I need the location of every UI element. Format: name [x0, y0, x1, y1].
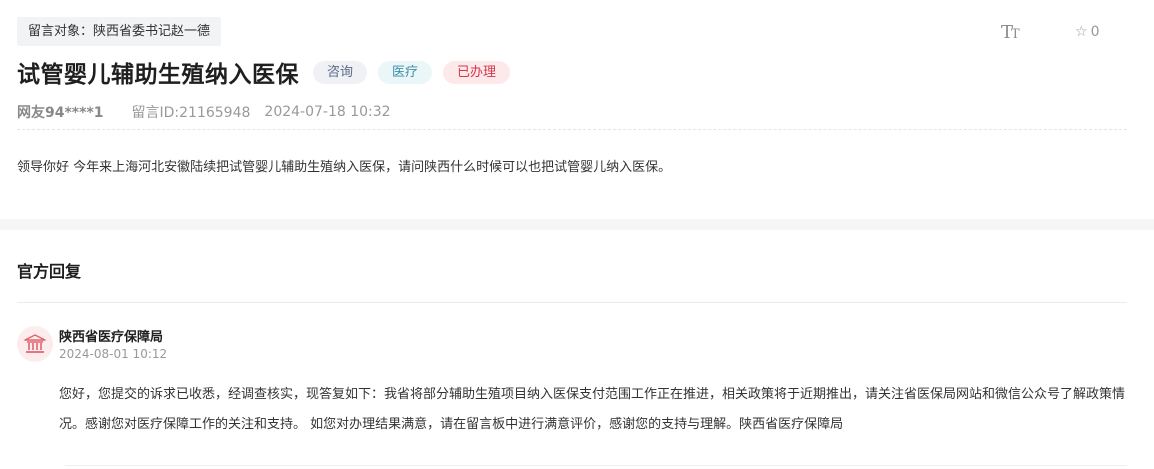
divider — [17, 129, 1127, 130]
message-date: 2024-07-18 10:32 — [264, 104, 391, 120]
message-title: 试管婴儿辅助生殖纳入医保 — [17, 62, 299, 88]
title-row: 试管婴儿辅助生殖纳入医保 咨询 医疗 已办理 — [17, 55, 521, 89]
font-size-big-glyph: T — [1001, 22, 1013, 43]
message-target-tag: 留言对象：陕西省委书记赵一德 — [17, 17, 222, 46]
badge-type: 咨询 — [313, 60, 368, 84]
message-detail-page: 留言对象：陕西省委书记赵一德 TT ☆ 0 试管婴儿辅助生殖纳入医保 咨询 医疗… — [0, 0, 1154, 469]
font-size-small-glyph: T — [1011, 27, 1020, 42]
star-icon: ☆ — [1075, 24, 1088, 40]
reply-divider — [17, 302, 1127, 303]
favorite-count: 0 — [1090, 24, 1100, 40]
author-name: 网友94****1 — [17, 105, 104, 121]
bottom-divider — [65, 465, 1127, 466]
favorite-button[interactable]: ☆ 0 — [1075, 24, 1099, 40]
section-gap — [0, 219, 1154, 230]
badge-category: 医疗 — [378, 60, 433, 84]
reply-text: 您好，您提交的诉求已收悉，经调查核实，现答复如下：我省将部分辅助生殖项目纳入医保… — [59, 387, 1126, 432]
government-building-icon — [24, 334, 46, 353]
badge-status: 已办理 — [443, 60, 511, 84]
message-card: 留言对象：陕西省委书记赵一德 TT ☆ 0 试管婴儿辅助生殖纳入医保 咨询 医疗… — [0, 0, 1154, 219]
font-size-icon[interactable]: TT — [1001, 22, 1020, 43]
message-meta: 网友94****1 留言ID:21165948 2024-07-18 10:32 — [17, 102, 391, 122]
reply-section-title: 官方回复 — [17, 262, 82, 281]
avatar — [17, 326, 53, 362]
reply-time: 2024-08-01 10:12 — [59, 347, 168, 361]
message-id: 留言ID:21165948 — [131, 105, 251, 121]
message-content: 领导你好 今年来上海河北安徽陆续把试管婴儿辅助生殖纳入医保，请问陕西什么时候可以… — [17, 160, 672, 175]
reply-org-name: 陕西省医疗保障局 — [59, 330, 164, 345]
